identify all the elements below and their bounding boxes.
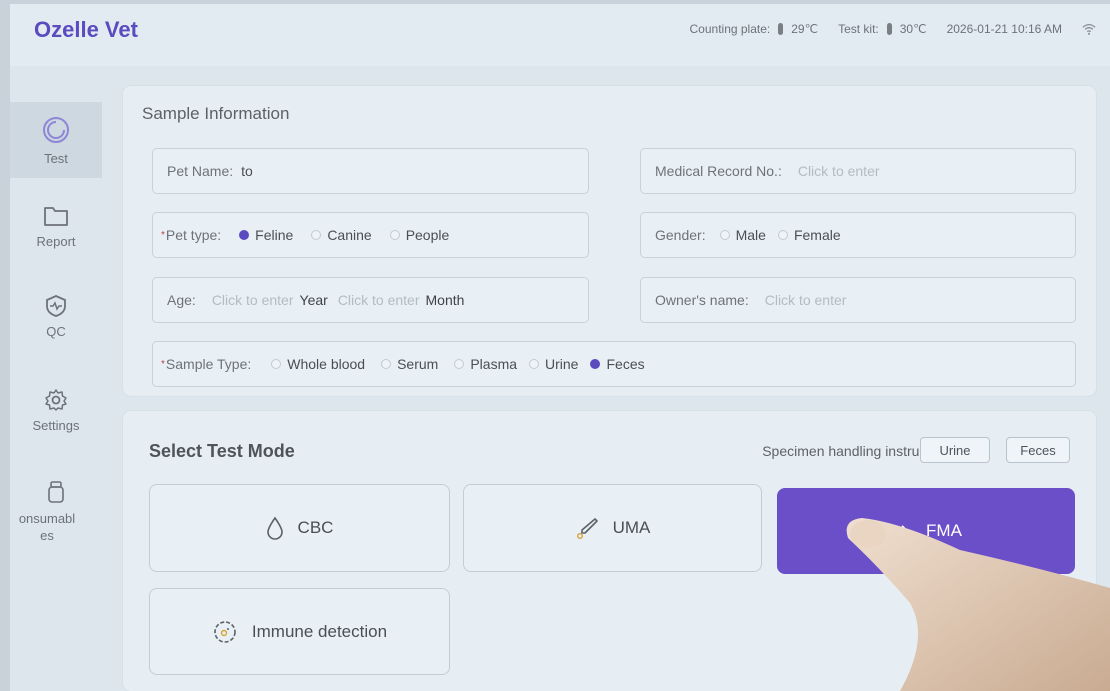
- drop-icon: [266, 516, 283, 540]
- sidebar-item-consumables[interactable]: onsumabl es: [10, 466, 102, 558]
- uma-label: UMA: [612, 518, 651, 537]
- option-urine: Urine: [545, 356, 579, 372]
- cbc-label: CBC: [297, 518, 334, 537]
- pet-name-field[interactable]: Pet Name: to: [152, 148, 589, 194]
- option-serum: Serum: [397, 356, 439, 372]
- option-whole-blood: Whole blood: [287, 356, 366, 372]
- option-feces: Feces: [606, 356, 645, 372]
- feces-instructions-button[interactable]: Feces: [1006, 437, 1070, 463]
- pet-name-value: to: [241, 163, 253, 179]
- cbc-button[interactable]: CBC: [149, 484, 450, 572]
- immune-icon: [214, 620, 236, 643]
- radio-whole-blood[interactable]: [271, 359, 282, 369]
- radio-plasma[interactable]: [454, 359, 465, 369]
- immune-detection-label: Immune detection: [251, 621, 388, 641]
- datetime: 2026-01-21 10:16 AM: [946, 22, 1062, 36]
- pet-type-label: Pet type:: [165, 227, 222, 243]
- radio-feline[interactable]: [239, 230, 250, 240]
- required-mark: *: [161, 358, 165, 370]
- radio-female[interactable]: [777, 230, 788, 240]
- sidebar-item-report[interactable]: Report: [10, 188, 102, 264]
- pet-type-field: * Pet type: Feline Canine People: [152, 212, 589, 258]
- age-field: Age: Click to enter Year Click to enter …: [152, 277, 589, 323]
- age-month-input[interactable]: Click to enter: [338, 292, 420, 308]
- sidebar-item-qc[interactable]: QC: [10, 278, 102, 354]
- sidebar-item-label: onsumabl es: [18, 511, 76, 543]
- radio-male[interactable]: [719, 230, 730, 240]
- uma-button[interactable]: UMA: [463, 484, 762, 572]
- sidebar-item-settings[interactable]: Settings: [10, 372, 102, 448]
- gender-field: Gender: Male Female: [640, 212, 1076, 258]
- option-feline: Feline: [255, 227, 294, 243]
- fma-label: FMA: [926, 521, 962, 540]
- screen: Ozelle Vet Counting plate: 29℃ Test kit:…: [10, 4, 1110, 691]
- age-label: Age:: [167, 292, 196, 308]
- thermometer-icon: [778, 23, 784, 35]
- owner-name-label: Owner's name:: [655, 292, 749, 308]
- test-icon: [41, 115, 71, 145]
- option-people: People: [405, 227, 450, 243]
- sidebar-item-test[interactable]: Test: [10, 102, 102, 178]
- age-year-input[interactable]: Click to enter: [212, 292, 294, 308]
- radio-people[interactable]: [389, 230, 400, 240]
- test-mode-panel: Select Test Mode Specimen handling instr…: [123, 411, 1096, 691]
- medical-record-placeholder: Click to enter: [797, 163, 880, 179]
- dropper-icon: [576, 518, 598, 540]
- medical-record-field[interactable]: Medical Record No.: Click to enter: [640, 148, 1076, 194]
- top-bar: Ozelle Vet Counting plate: 29℃ Test kit:…: [10, 4, 1110, 66]
- sidebar: Test Report QC Settings onsumabl es: [10, 66, 102, 691]
- folder-icon: [43, 204, 69, 228]
- radio-serum[interactable]: [381, 359, 392, 369]
- radio-canine[interactable]: [311, 230, 322, 240]
- owner-name-placeholder: Click to enter: [764, 292, 847, 308]
- sidebar-item-label: QC: [46, 323, 66, 339]
- sample-type-label: Sample Type:: [165, 356, 252, 372]
- counting-plate-label: Counting plate:: [689, 22, 771, 36]
- immune-detection-button[interactable]: Immune detection: [149, 588, 450, 675]
- wifi-icon: [1082, 23, 1096, 35]
- status-bar: Counting plate: 29℃ Test kit: 30℃ 2026-0…: [690, 22, 1097, 36]
- radio-urine[interactable]: [529, 359, 540, 369]
- arrow-icon: [892, 525, 909, 537]
- required-mark: *: [161, 229, 165, 241]
- panel-title: Sample Information: [142, 104, 290, 123]
- test-kit-temp: 30℃: [899, 22, 927, 36]
- bottle-icon: [47, 480, 65, 504]
- option-male: Male: [735, 227, 766, 243]
- medical-record-label: Medical Record No.:: [655, 163, 782, 179]
- sample-info-panel: Sample Information Pet Name: to Medical …: [123, 86, 1096, 396]
- option-plasma: Plasma: [470, 356, 518, 372]
- counting-plate-temp: 29℃: [791, 22, 819, 36]
- shield-icon: [44, 294, 68, 318]
- test-mode-title: Select Test Mode: [149, 441, 295, 461]
- sidebar-item-label: Test: [44, 150, 68, 166]
- sample-type-field: * Sample Type: Whole blood Serum Plasma …: [152, 341, 1076, 387]
- gender-label: Gender:: [655, 227, 706, 243]
- sidebar-item-label: Settings: [32, 417, 80, 433]
- thermometer-icon: [886, 23, 892, 35]
- radio-feces[interactable]: [590, 359, 601, 369]
- pet-name-label: Pet Name:: [167, 163, 234, 179]
- fma-button[interactable]: FMA: [777, 488, 1075, 574]
- gear-icon: [44, 388, 68, 412]
- app-brand: Ozelle Vet: [34, 17, 138, 42]
- test-kit-label: Test kit:: [838, 22, 879, 36]
- age-month-unit: Month: [425, 292, 465, 308]
- option-canine: Canine: [327, 227, 372, 243]
- sidebar-item-label: Report: [36, 233, 76, 249]
- age-year-unit: Year: [299, 292, 328, 308]
- owner-name-field[interactable]: Owner's name: Click to enter: [640, 277, 1076, 323]
- option-female: Female: [793, 227, 841, 243]
- urine-instructions-button[interactable]: Urine: [920, 437, 990, 463]
